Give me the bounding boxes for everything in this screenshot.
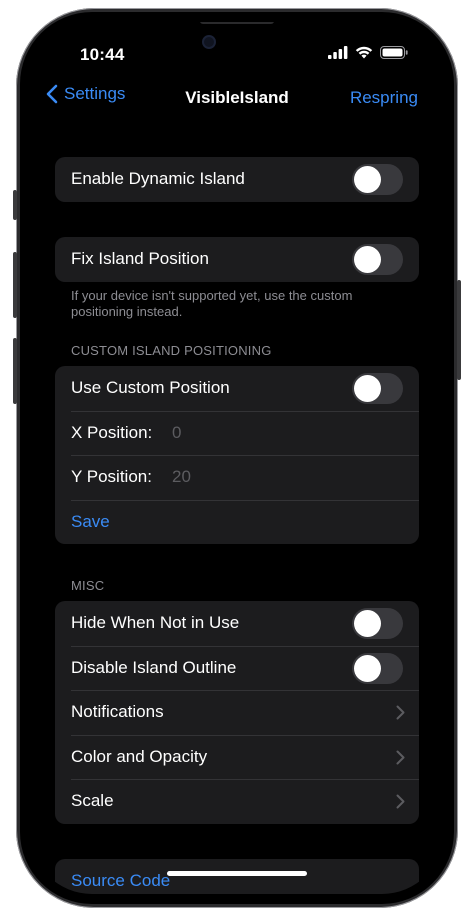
enable-dynamic-island-label: Enable Dynamic Island: [71, 169, 245, 189]
enable-dynamic-island-row: Enable Dynamic Island: [55, 157, 419, 202]
enable-group: Enable Dynamic Island: [55, 157, 419, 202]
volume-down-button: [13, 338, 17, 404]
battery-icon: [380, 46, 408, 59]
fix-position-footer: If your device isn't supported yet, use …: [71, 288, 353, 319]
screen: 10:44 Settings VisibleIsland Respring En…: [30, 22, 444, 894]
fix-island-position-row: Fix Island Position: [55, 237, 419, 282]
front-camera-icon: [202, 35, 216, 49]
home-indicator[interactable]: [167, 871, 307, 876]
y-position-label: Y Position:: [71, 467, 152, 487]
wifi-icon: [355, 46, 373, 59]
toggle-knob: [354, 246, 381, 273]
source-code-label: Source Code: [71, 871, 171, 891]
disable-island-outline-toggle[interactable]: [352, 652, 403, 684]
toggle-knob: [354, 166, 381, 193]
status-icons: [328, 46, 408, 59]
chevron-right-icon: [396, 705, 405, 720]
disable-island-outline-row: Disable Island Outline: [55, 645, 419, 691]
silent-switch: [13, 190, 17, 220]
x-position-field[interactable]: 0: [172, 423, 181, 443]
x-position-row[interactable]: X Position: 0: [55, 410, 419, 456]
speaker-grille: [200, 22, 274, 24]
source-code-link[interactable]: Source Code: [55, 859, 419, 894]
use-custom-position-toggle[interactable]: [352, 373, 403, 404]
respring-button[interactable]: Respring: [350, 88, 418, 108]
disable-island-outline-label: Disable Island Outline: [71, 657, 237, 677]
enable-dynamic-island-toggle[interactable]: [352, 164, 403, 195]
notifications-row[interactable]: Notifications: [55, 690, 419, 735]
fix-island-position-label: Fix Island Position: [71, 249, 209, 269]
toggle-knob: [354, 654, 381, 682]
y-position-field[interactable]: 20: [172, 467, 191, 487]
hide-when-not-in-use-label: Hide When Not in Use: [71, 613, 240, 633]
misc-header: MISC: [71, 578, 105, 593]
use-custom-position-row: Use Custom Position: [55, 366, 419, 411]
chevron-right-icon: [396, 794, 405, 809]
toggle-knob: [354, 610, 381, 637]
navigation-bar: Settings VisibleIsland Respring: [30, 82, 444, 116]
scale-row[interactable]: Scale: [55, 779, 419, 824]
links-group: Source Code: [55, 859, 419, 894]
misc-group: Hide When Not in Use Disable Island Outl…: [55, 601, 419, 824]
color-and-opacity-label: Color and Opacity: [71, 746, 208, 766]
fix-island-position-toggle[interactable]: [352, 244, 403, 275]
y-position-row[interactable]: Y Position: 20: [55, 455, 419, 500]
chevron-right-icon: [396, 750, 405, 764]
hide-when-not-in-use-toggle[interactable]: [352, 608, 403, 639]
save-button[interactable]: Save: [55, 499, 419, 545]
use-custom-position-label: Use Custom Position: [71, 378, 230, 398]
power-button: [457, 280, 461, 380]
scale-label: Scale: [71, 791, 114, 811]
hide-when-not-in-use-row: Hide When Not in Use: [55, 601, 419, 646]
custom-positioning-group: Use Custom Position X Position: 0 Y Posi…: [55, 366, 419, 544]
volume-up-button: [13, 252, 17, 318]
custom-positioning-header: CUSTOM ISLAND POSITIONING: [71, 343, 272, 358]
cellular-signal-icon: [328, 46, 348, 59]
notifications-label: Notifications: [71, 702, 164, 722]
fix-position-group: Fix Island Position: [55, 237, 419, 282]
save-button-label: Save: [71, 511, 110, 531]
x-position-label: X Position:: [71, 422, 153, 442]
status-time: 10:44: [80, 45, 125, 64]
color-and-opacity-row[interactable]: Color and Opacity: [55, 734, 419, 780]
toggle-knob: [354, 375, 381, 402]
